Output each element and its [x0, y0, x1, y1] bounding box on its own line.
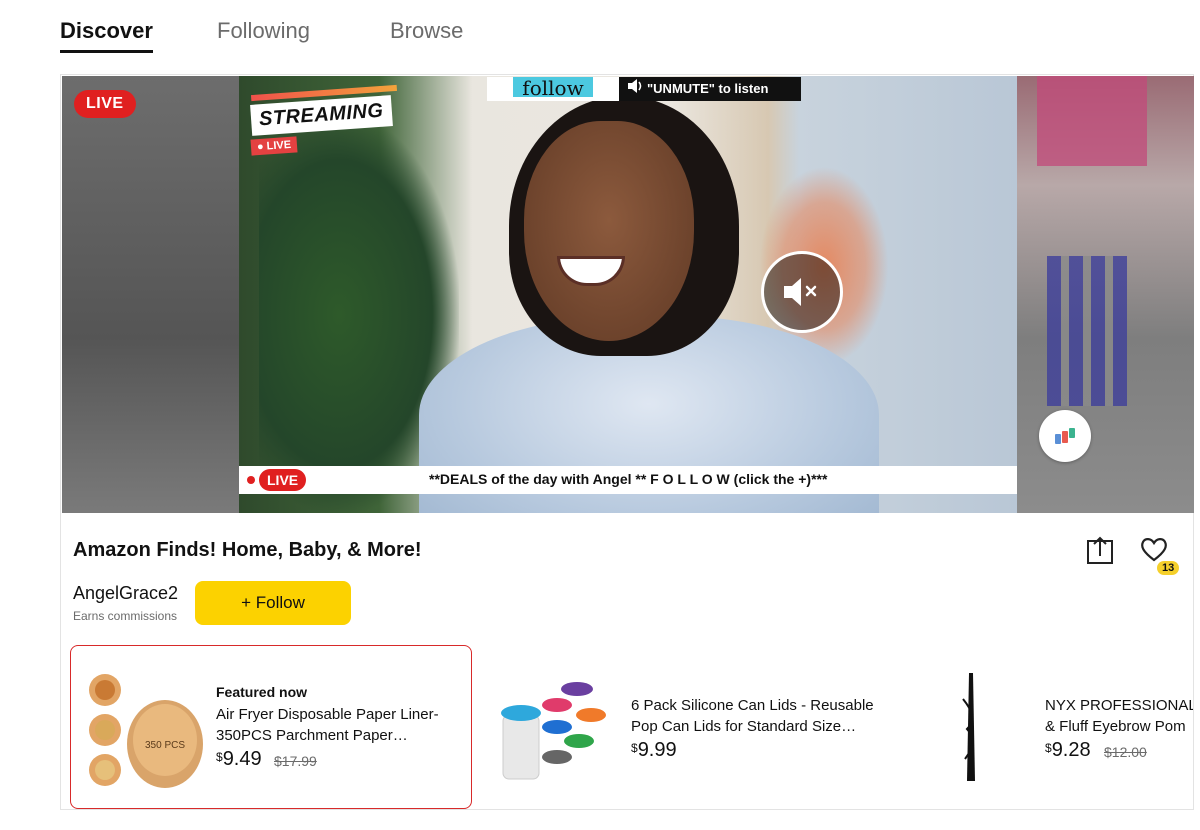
live-stream-card: STREAMING ● LIVE follow "UNMUTE" to list…	[60, 74, 1194, 810]
air-fryer-liner-image: 350 PCS	[89, 674, 203, 788]
follow-button[interactable]: + Follow	[195, 581, 351, 625]
product-stack-icon	[1055, 428, 1075, 444]
tab-browse[interactable]: Browse	[390, 18, 463, 44]
unmute-banner: "UNMUTE" to listen	[619, 77, 801, 101]
speaker-icon	[627, 77, 643, 101]
product-name: NYX PROFESSIONAL & Fluff Eyebrow Pom	[1045, 697, 1193, 735]
tab-discover[interactable]: Discover	[60, 18, 153, 53]
follow-banner: follow	[487, 77, 619, 101]
tab-following[interactable]: Following	[217, 18, 310, 44]
product-price: $9.99	[631, 739, 677, 761]
live-dot	[247, 476, 255, 484]
product-card[interactable]: 6 Pack Silicone Can Lids - Reusable Pop …	[491, 645, 891, 809]
share-button[interactable]	[1085, 535, 1117, 567]
share-icon	[1087, 536, 1113, 564]
featured-label: Featured now	[216, 684, 308, 700]
product-card[interactable]: NYX PROFESSIONAL & Fluff Eyebrow Pom $9.…	[921, 645, 1193, 809]
can-lids-image	[501, 682, 606, 780]
video-player[interactable]: STREAMING ● LIVE follow "UNMUTE" to list…	[62, 76, 1194, 513]
blurred-background-left	[62, 76, 240, 513]
stream-title: Amazon Finds! Home, Baby, & More!	[73, 539, 422, 561]
presenter-face	[524, 121, 694, 341]
streaming-live-tag: ● LIVE	[250, 136, 298, 156]
eyebrow-pencil-image	[962, 673, 975, 781]
deals-ticker: LIVE **DEALS of the day with Angel ** F …	[239, 466, 1017, 494]
product-name: Air Fryer Disposable Paper Liner- 350PCS…	[216, 706, 439, 744]
product-price: $9.28	[1045, 739, 1091, 761]
video-frame: STREAMING ● LIVE follow "UNMUTE" to list…	[239, 76, 1017, 513]
unmute-button[interactable]	[761, 251, 843, 333]
product-old-price: $12.00	[1104, 744, 1147, 760]
live-badge: LIVE	[74, 90, 136, 118]
creator-commission-note: Earns commissions	[73, 609, 178, 623]
product-name: 6 Pack Silicone Can Lids - Reusable Pop …	[631, 697, 874, 735]
streaming-text: STREAMING	[250, 95, 393, 136]
svg-text:350 PCS: 350 PCS	[145, 740, 185, 751]
like-count-badge: 13	[1157, 561, 1180, 575]
product-carousel-icon[interactable]	[1039, 410, 1091, 462]
ticker-text: **DEALS of the day with Angel ** F O L L…	[429, 471, 828, 487]
streaming-overlay: STREAMING ● LIVE	[250, 84, 398, 156]
heart-icon	[1141, 538, 1167, 562]
ticker-live-tag: LIVE	[259, 469, 307, 491]
creator-name[interactable]: AngelGrace2	[73, 583, 178, 604]
product-price: $9.49	[216, 748, 262, 770]
muted-speaker-icon	[784, 278, 817, 306]
product-old-price: $17.99	[274, 753, 317, 769]
featured-product-card[interactable]: 350 PCS Featured now Air Fryer Disposabl…	[70, 645, 472, 809]
